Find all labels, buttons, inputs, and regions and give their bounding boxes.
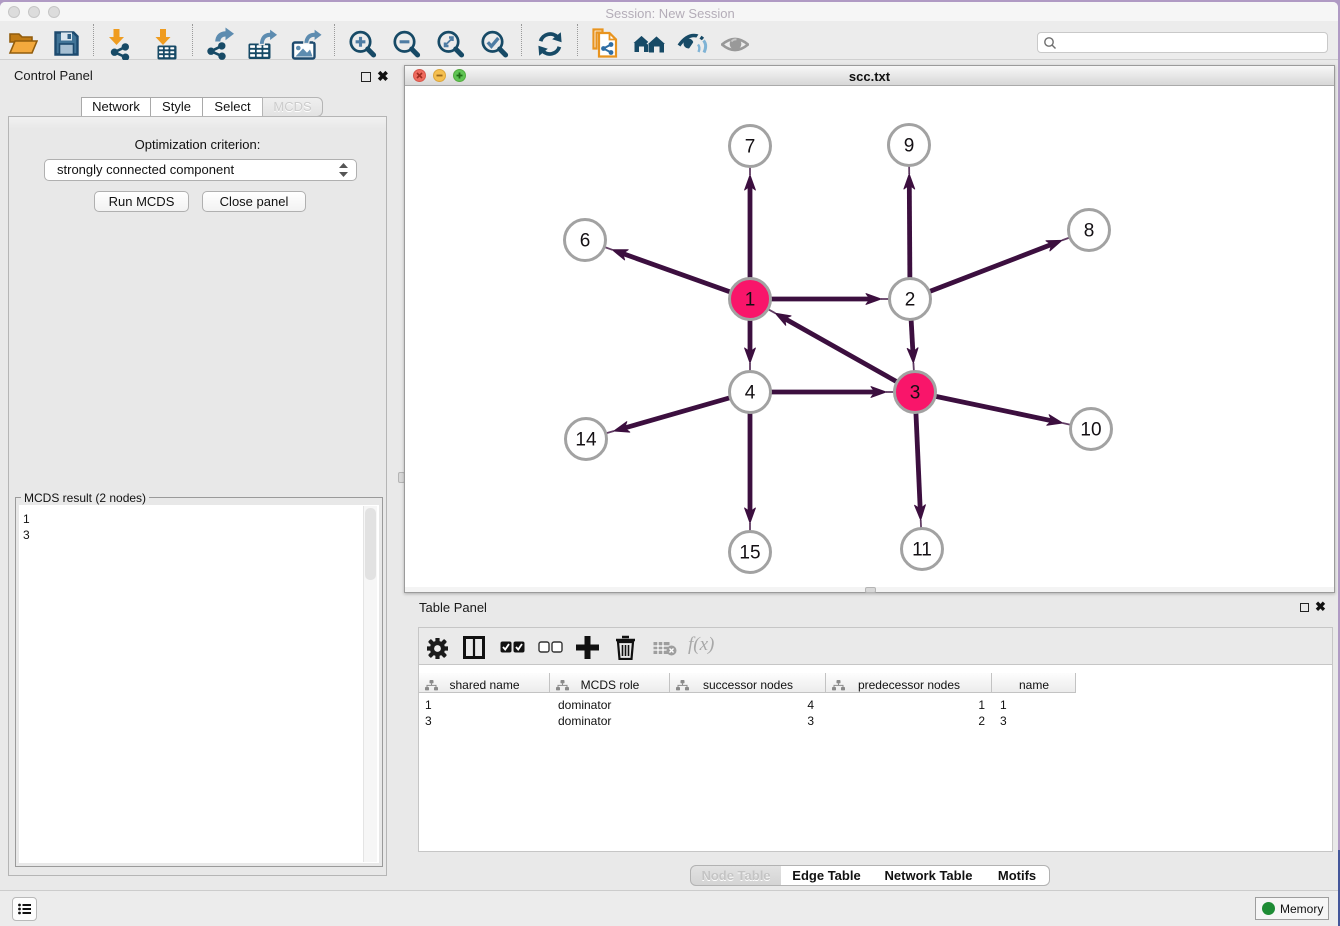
svg-text:10: 10 — [1080, 420, 1101, 441]
svg-text:15: 15 — [739, 543, 760, 564]
svg-text:4: 4 — [745, 383, 756, 404]
svg-text:7: 7 — [745, 137, 756, 158]
svg-text:2: 2 — [905, 290, 916, 311]
svg-text:3: 3 — [910, 383, 921, 404]
svg-text:14: 14 — [575, 430, 597, 451]
svg-text:1: 1 — [745, 290, 756, 311]
svg-text:9: 9 — [904, 136, 915, 157]
svg-text:11: 11 — [912, 540, 932, 561]
svg-text:8: 8 — [1084, 221, 1095, 242]
svg-text:6: 6 — [580, 231, 591, 252]
